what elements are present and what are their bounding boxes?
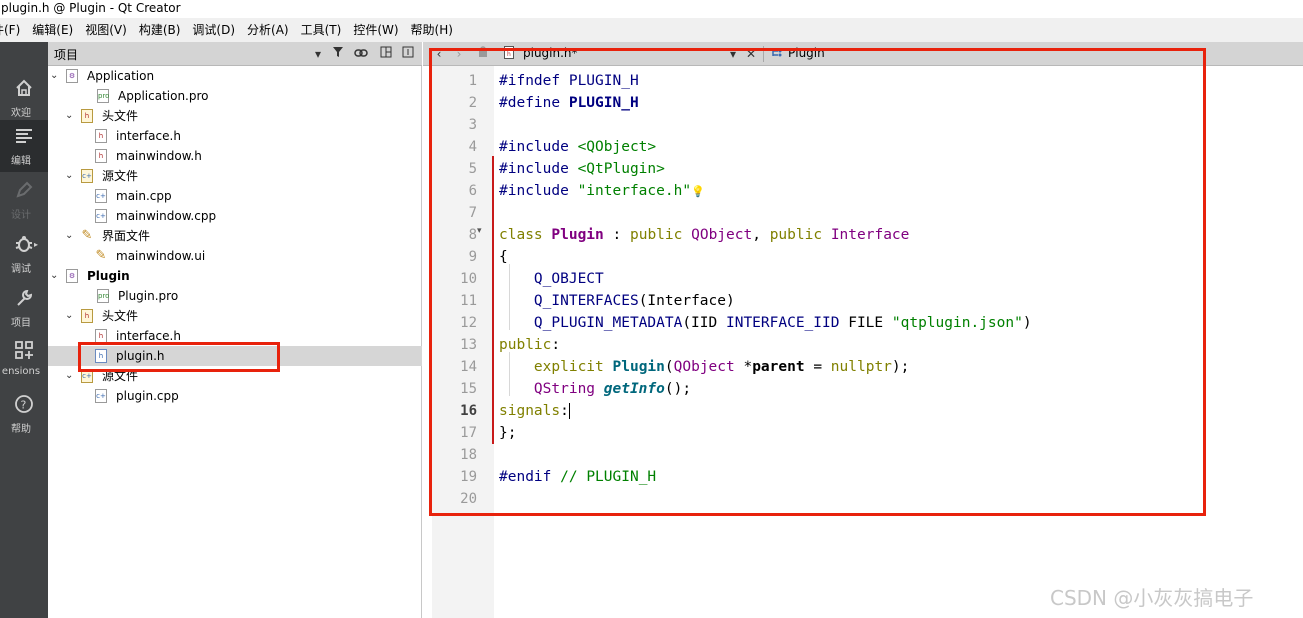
mode-edit-lines[interactable]: 编辑 [0,120,48,172]
expand-arrow-icon[interactable]: ⌄ [50,66,62,86]
tree-item[interactable]: ⌄ ⚙ Application [48,66,422,86]
edit-lines-icon [0,126,48,154]
menu-item-6[interactable]: 工具(T) [295,18,348,42]
dropdown-arrow-icon[interactable]: ▾ [310,46,326,62]
mode-wrench[interactable]: 项目 [0,282,48,334]
svg-text:?: ? [21,399,27,412]
mode-help[interactable]: ? 帮助 [0,388,48,440]
menu-item-4[interactable]: 调试(D) [186,18,241,42]
tree-item[interactable]: c+ plugin.cpp [48,386,422,406]
menu-item-0[interactable]: 件(F) [0,18,26,42]
cpp-file-icon: c+ [95,189,107,203]
tree-item-label: Application.pro [118,89,209,103]
folder-h-file-icon: h [81,109,93,123]
tree-item-label: Plugin.pro [118,289,179,303]
wrench-icon [0,288,48,316]
expand-arrow-icon[interactable]: ⌄ [65,166,77,186]
pen-icon [0,180,48,208]
tree-item-label: Plugin [87,269,130,283]
tree-item-label: Application [87,69,155,83]
tree-item-label: mainwindow.ui [116,249,206,263]
menu-item-8[interactable]: 帮助(H) [405,18,459,42]
tree-item-label: 界面文件 [102,229,151,243]
mode-label: 欢迎 [11,108,31,119]
mode-home[interactable]: 欢迎 [0,72,48,124]
pro-file-icon: pro [97,289,109,303]
mode-label: ensions [1,366,41,377]
tree-item-label: mainwindow.h [116,149,202,163]
mode-bug[interactable]: 调试 ▸ [0,228,48,280]
watermark: CSDN @小灰灰搞电子 [1050,586,1254,610]
home-icon [0,78,48,106]
submenu-arrow-icon: ▸ [34,240,39,249]
menu-bar: 件(F)编辑(E)视图(V)构建(B)调试(D)分析(A)工具(T)控件(W)帮… [0,18,1303,42]
expand-arrow-icon[interactable]: ⌄ [65,106,77,126]
folder-cpp-file-icon: c+ [81,169,93,183]
h-file-icon: h [95,329,107,343]
mode-label: 项目 [11,318,31,329]
tree-item-label: interface.h [116,129,181,143]
mode-pen[interactable]: 设计 [0,174,48,226]
cpp-file-icon: c+ [95,209,107,223]
tree-item[interactable]: ⌄ h 头文件 [48,106,422,126]
mode-extensions[interactable]: ensions [0,334,48,386]
tree-item[interactable]: c+ main.cpp [48,186,422,206]
tree-item-label: 头文件 [102,109,139,123]
mode-label: 编辑 [11,156,31,167]
tree-item[interactable]: h interface.h [48,126,422,146]
tree-item[interactable]: h mainwindow.h [48,146,422,166]
mode-label: 帮助 [11,424,31,435]
menu-item-3[interactable]: 构建(B) [133,18,187,42]
tree-item[interactable]: pro Application.pro [48,86,422,106]
expand-arrow-icon[interactable]: ⌄ [50,266,62,286]
project-panel-title: 项目 [54,48,79,62]
mode-label: 调试 [11,264,31,275]
pro-file-icon: pro [97,89,109,103]
ui-file-icon: ✎ [95,248,107,263]
mode-label: 设计 [11,210,31,221]
menu-item-1[interactable]: 编辑(E) [26,18,79,42]
extensions-icon [0,340,48,368]
project-panel-header: 项目 ▾ [48,42,422,66]
cpp-file-icon: c+ [95,389,107,403]
tree-item[interactable]: ⌄ c+ 源文件 [48,166,422,186]
mode-selector: 欢迎 编辑 设计 调试 ▸ 项目 ensions? 帮助 [0,42,48,618]
filter-icon[interactable] [330,46,346,62]
menu-item-2[interactable]: 视图(V) [79,18,133,42]
tree-item[interactable]: c+ mainwindow.cpp [48,206,422,226]
window-title: plugin.h @ Plugin - Qt Creator [0,0,1303,18]
h-file-icon: h [95,149,107,163]
tree-item-label: mainwindow.cpp [116,209,217,223]
project-file-icon: ⚙ [66,269,78,283]
tree-item[interactable]: ⌄ ✎ 界面文件 [48,226,422,246]
folder-h-file-icon: h [81,309,93,323]
menu-item-5[interactable]: 分析(A) [241,18,295,42]
folder-ui-file-icon: ✎ [81,228,93,243]
tree-item-label: 源文件 [102,169,139,183]
project-file-icon: ⚙ [66,69,78,83]
expand-arrow-icon[interactable]: ⌄ [65,226,77,246]
expand-arrow-icon[interactable]: ⌄ [65,306,77,326]
tree-item[interactable]: pro Plugin.pro [48,286,422,306]
tree-item[interactable]: ⌄ ⚙ Plugin [48,266,422,286]
tree-item[interactable]: ✎ mainwindow.ui [48,246,422,266]
highlight-box-editor [429,48,1206,516]
link-icon[interactable] [353,46,369,62]
help-icon: ? [0,394,48,422]
split-icon[interactable] [378,46,394,62]
highlight-box-plugin-h [78,342,280,372]
menu-item-7[interactable]: 控件(W) [347,18,404,42]
tree-item-label: 头文件 [102,309,139,323]
close-pane-icon[interactable] [400,46,416,62]
tree-item-label: main.cpp [116,189,172,203]
bug-icon [0,234,48,262]
tree-item[interactable]: ⌄ h 头文件 [48,306,422,326]
expand-arrow-icon[interactable]: ⌄ [65,366,77,386]
h-file-icon: h [95,129,107,143]
tree-item-label: plugin.cpp [116,389,179,403]
